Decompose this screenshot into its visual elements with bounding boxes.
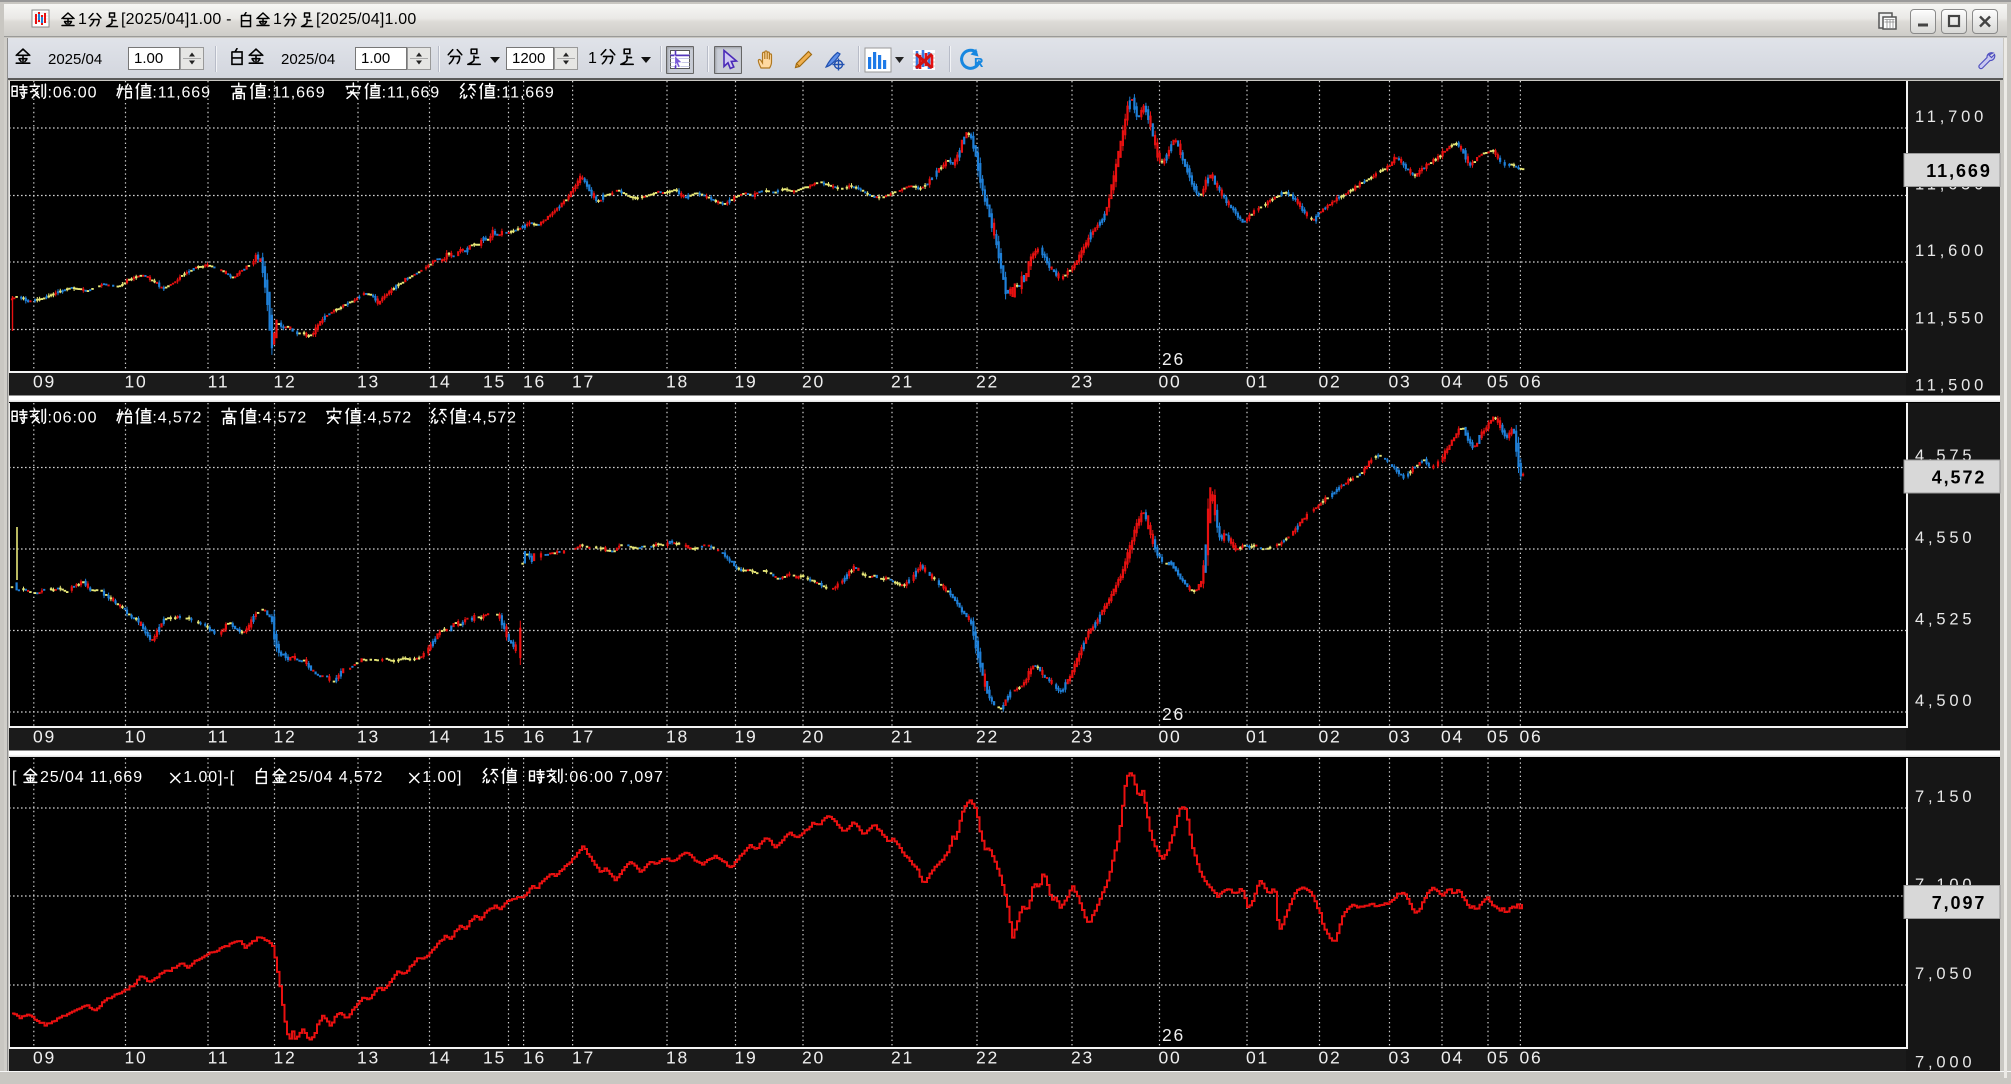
svg-text:11: 11	[208, 727, 230, 747]
svg-text:13: 13	[357, 372, 380, 392]
svg-text:13: 13	[357, 1048, 380, 1068]
svg-text:17: 17	[572, 372, 595, 392]
svg-text:03: 03	[1388, 727, 1411, 747]
svg-text:21: 21	[891, 727, 914, 747]
svg-text::11,669: :11,669	[496, 84, 555, 101]
svg-text:09: 09	[33, 727, 56, 747]
svg-text:02: 02	[1318, 1048, 1341, 1068]
svg-text:4,525: 4,525	[1915, 611, 1975, 629]
svg-text:09: 09	[33, 1048, 56, 1068]
svg-text:22: 22	[976, 727, 999, 747]
svg-text:23: 23	[1071, 1048, 1094, 1068]
svg-text:11,550: 11,550	[1915, 310, 1987, 328]
svg-text:17: 17	[572, 727, 595, 747]
svg-text:04: 04	[1441, 1048, 1464, 1068]
svg-text:04: 04	[1441, 727, 1464, 747]
svg-text:4,550: 4,550	[1915, 529, 1975, 547]
svg-text::4,572: :4,572	[152, 409, 202, 426]
svg-text:18: 18	[666, 372, 689, 392]
svg-text:11,669: 11,669	[1926, 161, 1991, 181]
svg-text:01: 01	[1246, 372, 1269, 392]
svg-text:16: 16	[523, 727, 546, 747]
svg-text:18: 18	[666, 1048, 689, 1068]
svg-text:21: 21	[891, 1048, 914, 1068]
svg-text:1.00]-[: 1.00]-[	[183, 769, 235, 786]
svg-text:20: 20	[802, 1048, 825, 1068]
svg-text::06:00: :06:00	[48, 84, 98, 101]
svg-text:11,700: 11,700	[1915, 108, 1987, 126]
svg-text:15: 15	[483, 1048, 506, 1068]
svg-text::11,669: :11,669	[267, 84, 326, 101]
svg-text:11: 11	[208, 1048, 230, 1068]
svg-text:25/04 4,572: 25/04 4,572	[289, 769, 383, 786]
svg-text:14: 14	[428, 1048, 451, 1068]
svg-text:05: 05	[1487, 372, 1510, 392]
svg-text:00: 00	[1158, 1048, 1181, 1068]
svg-text:[: [	[12, 769, 17, 786]
svg-text:15: 15	[483, 727, 506, 747]
svg-text:10: 10	[124, 727, 147, 747]
svg-text::06:00 7,097: :06:00 7,097	[564, 769, 664, 786]
svg-text:16: 16	[523, 372, 546, 392]
svg-text:12: 12	[273, 1048, 296, 1068]
svg-text:00: 00	[1158, 372, 1181, 392]
svg-text:04: 04	[1441, 372, 1464, 392]
svg-text:06: 06	[1519, 1048, 1542, 1068]
svg-text:4,500: 4,500	[1915, 692, 1975, 710]
svg-text:16: 16	[523, 1048, 546, 1068]
svg-text:03: 03	[1388, 1048, 1411, 1068]
svg-text:26: 26	[1162, 1025, 1185, 1045]
svg-text::4,572: :4,572	[257, 409, 307, 426]
svg-text:1.00]: 1.00]	[422, 769, 462, 786]
svg-text:09: 09	[33, 372, 56, 392]
svg-text:25/04 11,669: 25/04 11,669	[40, 769, 143, 786]
svg-text:26: 26	[1162, 704, 1185, 724]
svg-text:19: 19	[734, 372, 757, 392]
svg-text::4,572: :4,572	[467, 409, 517, 426]
svg-text:11,500: 11,500	[1915, 377, 1987, 395]
svg-text:05: 05	[1487, 1048, 1510, 1068]
svg-text:12: 12	[273, 727, 296, 747]
svg-text:01: 01	[1246, 1048, 1269, 1068]
svg-text:01: 01	[1246, 727, 1269, 747]
svg-text:19: 19	[734, 727, 757, 747]
svg-text::11,669: :11,669	[152, 84, 211, 101]
svg-text:26: 26	[1162, 349, 1185, 369]
svg-text:12: 12	[273, 372, 296, 392]
svg-text:22: 22	[976, 1048, 999, 1068]
svg-text:19: 19	[734, 1048, 757, 1068]
svg-text:4,572: 4,572	[1932, 468, 1987, 488]
svg-text:00: 00	[1158, 727, 1181, 747]
svg-text:17: 17	[572, 1048, 595, 1068]
svg-text:7,150: 7,150	[1915, 788, 1975, 806]
svg-text:06: 06	[1519, 727, 1542, 747]
svg-text:05: 05	[1487, 727, 1510, 747]
svg-text:7,097: 7,097	[1932, 893, 1987, 913]
svg-text:03: 03	[1388, 372, 1411, 392]
svg-text:15: 15	[483, 372, 506, 392]
svg-text:02: 02	[1318, 727, 1341, 747]
svg-text:02: 02	[1318, 372, 1341, 392]
svg-text:23: 23	[1071, 372, 1094, 392]
svg-text::4,572: :4,572	[362, 409, 412, 426]
svg-text:7,000: 7,000	[1915, 1054, 1975, 1072]
svg-text:13: 13	[357, 727, 380, 747]
svg-text:23: 23	[1071, 727, 1094, 747]
svg-text:11: 11	[208, 372, 230, 392]
svg-text:10: 10	[124, 372, 147, 392]
svg-text:06: 06	[1519, 372, 1542, 392]
svg-text:21: 21	[891, 372, 914, 392]
svg-text:22: 22	[976, 372, 999, 392]
svg-text:20: 20	[802, 372, 825, 392]
svg-text::06:00: :06:00	[48, 409, 98, 426]
svg-text::11,669: :11,669	[382, 84, 441, 101]
svg-text:7,050: 7,050	[1915, 965, 1975, 983]
svg-text:20: 20	[802, 727, 825, 747]
svg-text:10: 10	[124, 1048, 147, 1068]
svg-text:14: 14	[428, 727, 451, 747]
svg-text:18: 18	[666, 727, 689, 747]
svg-text:14: 14	[428, 372, 451, 392]
svg-text:11,600: 11,600	[1915, 242, 1987, 260]
